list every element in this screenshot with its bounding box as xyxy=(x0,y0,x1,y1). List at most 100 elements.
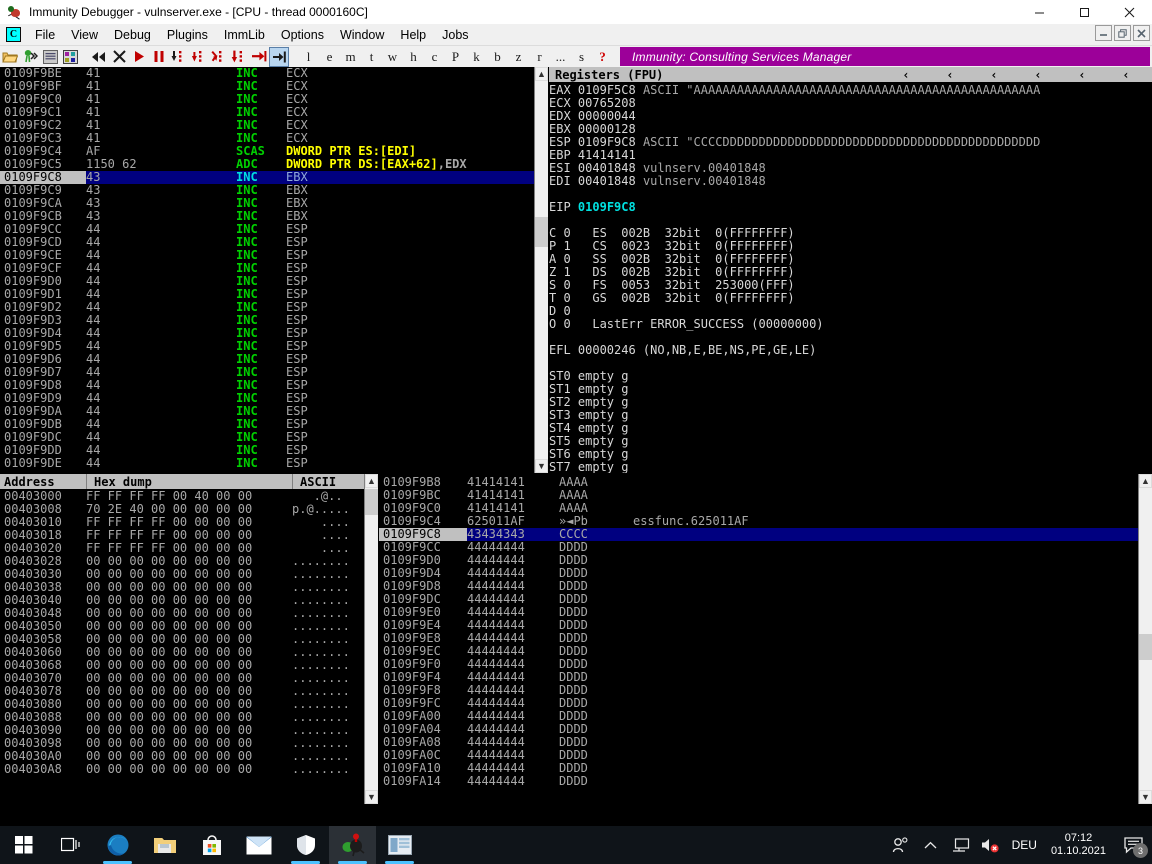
disassembly-scrollbar[interactable]: ▲ ▼ xyxy=(534,67,548,473)
close-program-icon[interactable] xyxy=(109,47,129,67)
toolbar-shortcut-p[interactable]: P xyxy=(445,47,466,67)
scroll-down-icon[interactable]: ▼ xyxy=(1139,790,1152,804)
scroll-thumb[interactable] xyxy=(1139,634,1152,660)
stack-rows[interactable]: 0109F9B8 41414141 AAAA 0109F9BC 41414141 AAAA… xyxy=(379,474,1152,788)
toolbar-shortcut-z[interactable]: z xyxy=(508,47,529,67)
taskbar-file-explorer-icon[interactable] xyxy=(141,826,188,864)
restart-icon[interactable] xyxy=(89,47,109,67)
menu-item-window[interactable]: Window xyxy=(332,26,392,44)
mdi-child-icon[interactable]: C xyxy=(6,27,21,42)
register-value[interactable]: 41414141 xyxy=(578,148,636,162)
hexdump-row[interactable]: 004030A8 00 00 00 00 00 00 00 00........ xyxy=(0,763,378,776)
disassembly-row[interactable]: 0109F9D2 44 INC ESP xyxy=(0,301,548,314)
mdi-restore-button[interactable] xyxy=(1114,25,1131,41)
disassembly-row[interactable]: 0109F9C9 43 INC EBX xyxy=(0,184,548,197)
registers-pane[interactable]: Registers (FPU) ‹ ‹ ‹ ‹ ‹ ‹ EAX 0109F5C8 ASCI… xyxy=(549,67,1152,473)
toolbar-help-icon[interactable]: ? xyxy=(592,47,613,67)
stack-pane[interactable]: 0109F9B8 41414141 AAAA 0109F9BC 41414141 AAAA… xyxy=(379,474,1152,804)
scroll-down-icon[interactable]: ▼ xyxy=(365,790,378,804)
registers-prev-view-icon[interactable]: ‹ xyxy=(1104,67,1148,83)
registers-prev-view-icon[interactable]: ‹ xyxy=(928,67,972,83)
disassembly-row[interactable]: 0109F9DE 44 INC ESP xyxy=(0,457,548,470)
menu-item-file[interactable]: File xyxy=(27,26,63,44)
pause-icon[interactable] xyxy=(149,47,169,67)
toolbar-shortcut-e[interactable]: e xyxy=(319,47,340,67)
volume-muted-icon[interactable] xyxy=(976,826,1006,864)
toolbar-shortcut-t[interactable]: t xyxy=(361,47,382,67)
register-value[interactable]: 00401848 xyxy=(578,174,636,188)
disassembly-row[interactable]: 0109F9CD 44 INC ESP xyxy=(0,236,548,249)
language-indicator[interactable]: DEU xyxy=(1006,826,1043,864)
window-close-button[interactable] xyxy=(1107,0,1152,24)
open-folder-icon[interactable] xyxy=(0,47,20,67)
taskbar-app-window-icon[interactable] xyxy=(376,826,423,864)
taskbar-mail-icon[interactable] xyxy=(235,826,282,864)
disassembly-row[interactable]: 0109F9DC 44 INC ESP xyxy=(0,431,548,444)
toolbar-shortcut-l[interactable]: l xyxy=(298,47,319,67)
disassembly-row[interactable]: 0109F9DB 44 INC ESP xyxy=(0,418,548,431)
toolbar-shortcut-b[interactable]: b xyxy=(487,47,508,67)
scroll-thumb[interactable] xyxy=(365,489,378,515)
taskbar-microsoft-store-icon[interactable] xyxy=(188,826,235,864)
window-minimize-button[interactable] xyxy=(1017,0,1062,24)
menu-item-options[interactable]: Options xyxy=(273,26,332,44)
disassembly-row[interactable]: 0109F9CA 43 INC EBX xyxy=(0,197,548,210)
disassembly-row[interactable]: 0109F9DD 44 INC ESP xyxy=(0,444,548,457)
disassembly-rows[interactable]: 0109F9BE 41 INC ECX 0109F9BF 41 INC ECX 0109F9C0… xyxy=(0,67,548,470)
toolbar-shortcut-s[interactable]: s xyxy=(571,47,592,67)
meet-now-people-icon[interactable] xyxy=(886,826,916,864)
toolbar-shortcut-k[interactable]: k xyxy=(466,47,487,67)
disassembly-row[interactable]: 0109F9D1 44 INC ESP xyxy=(0,288,548,301)
disassembly-row[interactable]: 0109F9BE 41 INC ECX xyxy=(0,67,548,80)
disassembly-row[interactable]: 0109F9CF 44 INC ESP xyxy=(0,262,548,275)
window-maximize-button[interactable] xyxy=(1062,0,1107,24)
taskbar-windows-security-icon[interactable] xyxy=(282,826,329,864)
toolbar-shortcut-c[interactable]: c xyxy=(424,47,445,67)
menu-item-debug[interactable]: Debug xyxy=(106,26,159,44)
register-value[interactable]: 00401848 xyxy=(578,161,636,175)
eip-value[interactable]: 0109F9C8 xyxy=(578,200,636,214)
show-hidden-icons-chevron-icon[interactable] xyxy=(916,826,946,864)
disassembly-row[interactable]: 0109F9CB 43 INC EBX xyxy=(0,210,548,223)
run-applications-icon[interactable] xyxy=(20,47,40,67)
mdi-minimize-button[interactable] xyxy=(1095,25,1112,41)
disassembly-row[interactable]: 0109F9D3 44 INC ESP xyxy=(0,314,548,327)
disassembly-row[interactable]: 0109F9D5 44 INC ESP xyxy=(0,340,548,353)
network-icon[interactable] xyxy=(946,826,976,864)
toolbar-shortcut-h[interactable]: h xyxy=(403,47,424,67)
menu-item-help[interactable]: Help xyxy=(392,26,434,44)
animate-into-icon[interactable] xyxy=(209,47,229,67)
disassembly-row[interactable]: 0109F9C8 43 INC EBX xyxy=(0,171,548,184)
menu-item-view[interactable]: View xyxy=(63,26,106,44)
disassembly-row[interactable]: 0109F9CC 44 INC ESP xyxy=(0,223,548,236)
disassembly-row[interactable]: 0109F9BF 41 INC ECX xyxy=(0,80,548,93)
disassembly-row[interactable]: 0109F9C0 41 INC ECX xyxy=(0,93,548,106)
disassembly-row[interactable]: 0109F9C5 1150 62 ADC DWORD PTR DS:[EAX+62],… xyxy=(0,158,548,171)
registers-prev-view-icon[interactable]: ‹ xyxy=(884,67,928,83)
hexdump-scrollbar[interactable]: ▲ ▼ xyxy=(364,474,378,804)
menu-item-jobs[interactable]: Jobs xyxy=(434,26,476,44)
disassembly-row[interactable]: 0109F9DA 44 INC ESP xyxy=(0,405,548,418)
step-into-icon[interactable] xyxy=(169,47,189,67)
disassembly-row[interactable]: 0109F9C1 41 INC ECX xyxy=(0,106,548,119)
disassembly-row[interactable]: 0109F9D0 44 INC ESP xyxy=(0,275,548,288)
notification-center-button[interactable]: 3 xyxy=(1114,826,1152,864)
scroll-up-icon[interactable]: ▲ xyxy=(535,67,548,81)
register-value[interactable]: 0109F5C8 xyxy=(578,83,636,97)
disassembly-row[interactable]: 0109F9D7 44 INC ESP xyxy=(0,366,548,379)
registers-prev-view-icon[interactable]: ‹ xyxy=(972,67,1016,83)
toolbar-shortcut-ellipsis[interactable]: ... xyxy=(550,47,571,67)
scroll-thumb[interactable] xyxy=(535,217,548,247)
disassembly-row[interactable]: 0109F9D9 44 INC ESP xyxy=(0,392,548,405)
clock[interactable]: 07:12 01.10.2021 xyxy=(1043,832,1114,858)
menu-item-plugins[interactable]: Plugins xyxy=(159,26,216,44)
execute-till-return-icon[interactable] xyxy=(249,47,269,67)
disassembly-row[interactable]: 0109F9C3 41 INC ECX xyxy=(0,132,548,145)
stack-row[interactable]: 0109FA14 44444444 DDDD xyxy=(379,775,1152,788)
run-icon[interactable] xyxy=(129,47,149,67)
register-value[interactable]: 00000044 xyxy=(578,109,636,123)
hexdump-pane[interactable]: Address Hex dump ASCII 00403000 FF FF FF … xyxy=(0,474,378,804)
disassembly-row[interactable]: 0109F9D4 44 INC ESP xyxy=(0,327,548,340)
step-over-icon[interactable] xyxy=(189,47,209,67)
taskbar-immunity-debugger-icon[interactable] xyxy=(329,826,376,864)
